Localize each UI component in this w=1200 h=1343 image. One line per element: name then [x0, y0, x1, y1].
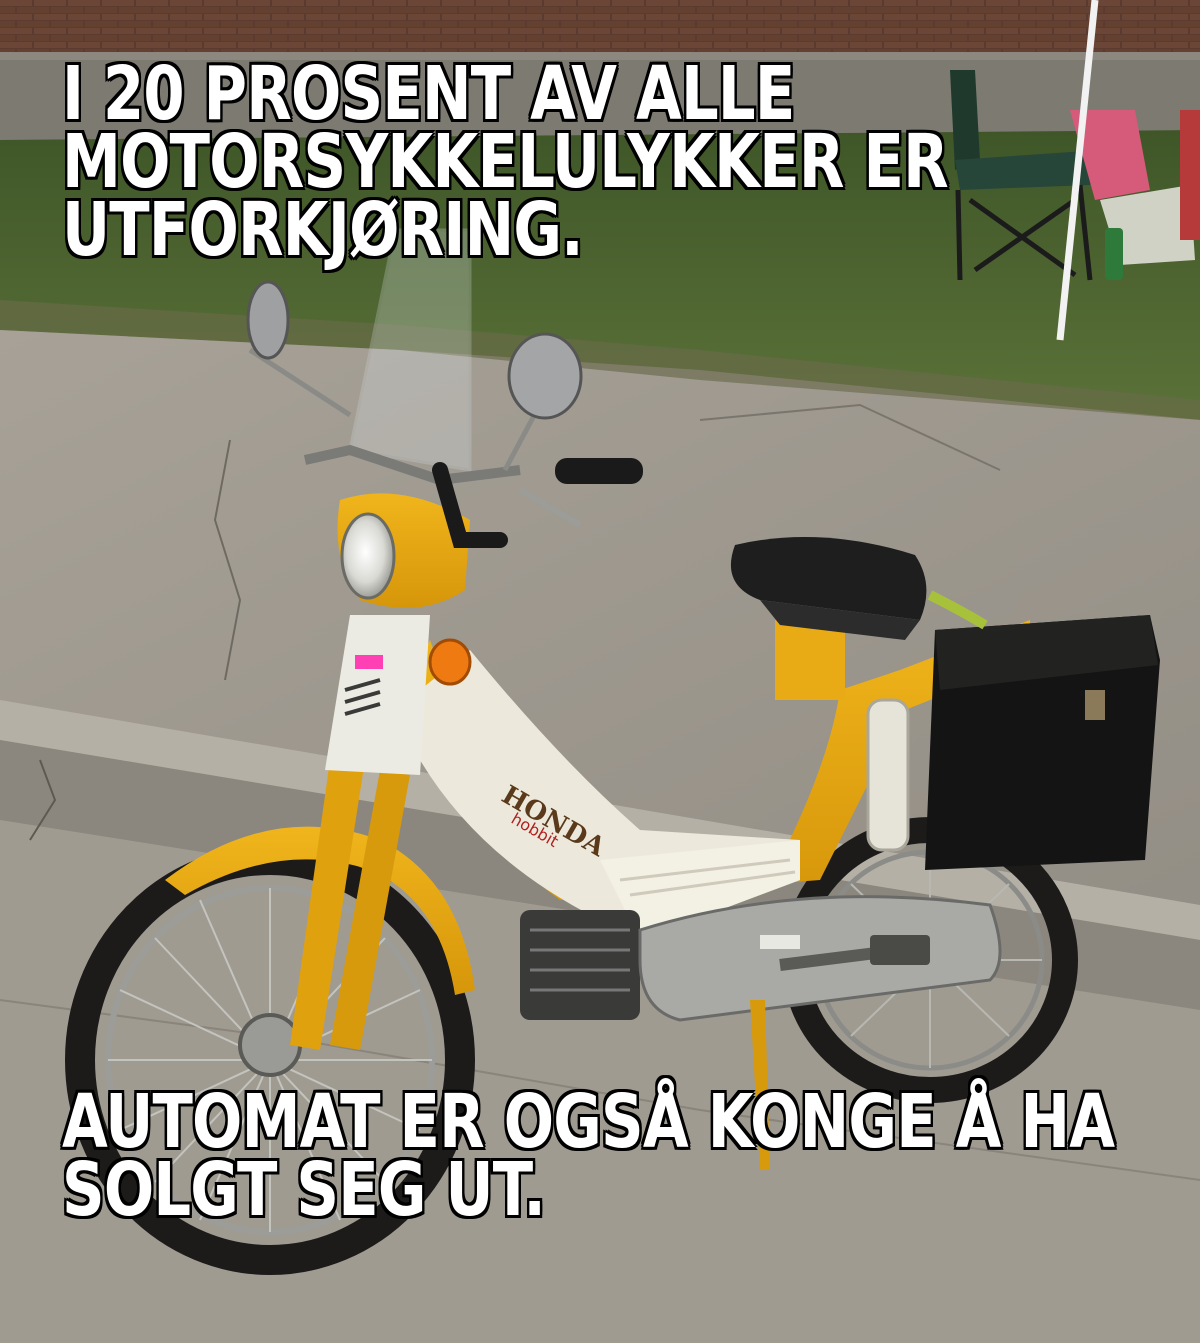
headlight: [340, 512, 396, 600]
turn-signal: [428, 638, 472, 686]
top-caption-line: MOTORSYKKELULYKKER ER: [62, 119, 949, 205]
top-caption-line: I 20 PROSENT AV ALLE: [62, 51, 795, 137]
bottom-caption-line: AUTOMAT ER OGSÅ KONGE Å HA: [62, 1079, 1115, 1165]
saddle-bag: [925, 615, 1160, 870]
rear-shock: [866, 698, 910, 852]
meme-image: HONDA hobbit I 20 PROSENT AV ALLE MOTORS…: [0, 0, 1200, 1343]
bottom-caption: AUTOMAT ER OGSÅ KONGE Å HA SOLGT SEG UT.: [62, 1079, 1115, 1233]
top-caption: I 20 PROSENT AV ALLE MOTORSYKKELULYKKER …: [62, 51, 949, 273]
bottom-caption-line: SOLGT SEG UT.: [62, 1147, 546, 1233]
top-caption-line: UTFORKJØRING.: [62, 187, 584, 273]
